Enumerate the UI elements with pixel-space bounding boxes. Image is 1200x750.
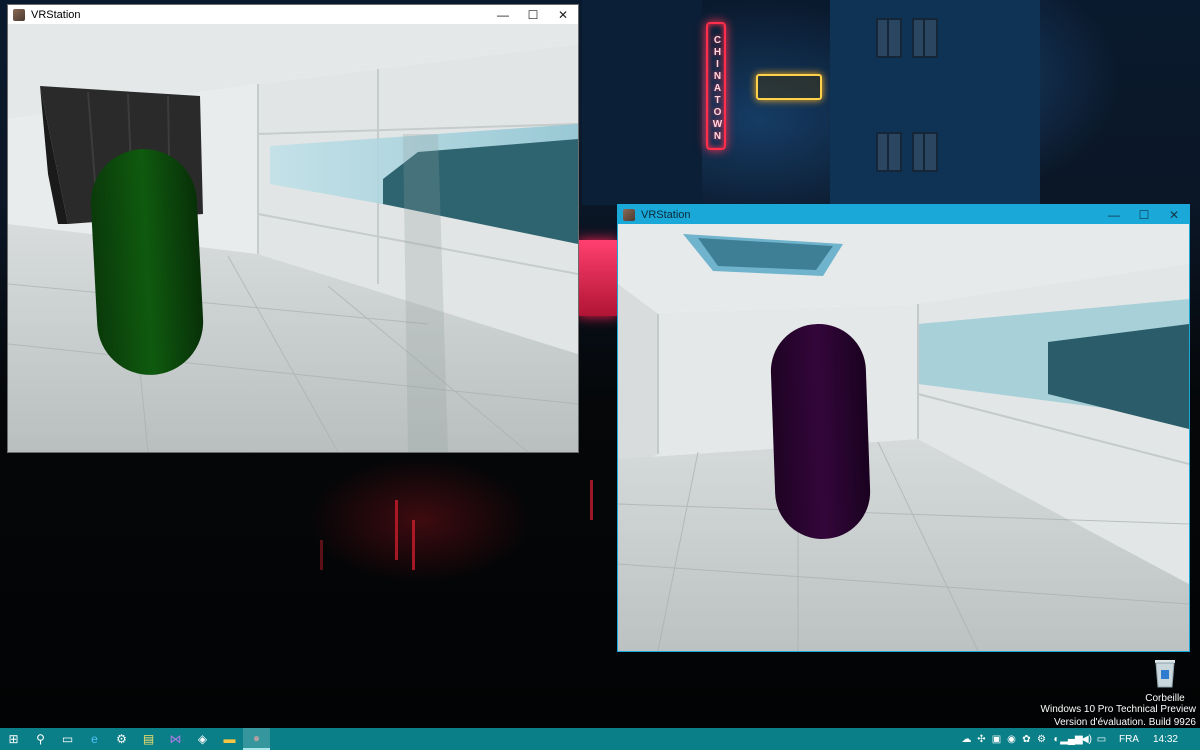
internet-explorer-button[interactable]: e (81, 728, 108, 750)
caption-buttons: — ☐ ✕ (1099, 205, 1189, 224)
water-reflection (590, 480, 593, 520)
taskbar-items: ⊞ ⚲ ▭ e ⚙ ▤ ⋈ ◈ ▬ ● (0, 728, 270, 750)
vrstation-window-2[interactable]: VRStation — ☐ ✕ (617, 204, 1190, 652)
yellow-neon-sign (756, 74, 822, 100)
folder-icon: ▬ (223, 732, 236, 746)
recycle-bin[interactable]: Corbeille (1140, 656, 1190, 704)
building-left (582, 0, 702, 205)
tray-app-2-icon[interactable]: ▣ (989, 728, 1004, 750)
vrstation-window-1[interactable]: VRStation — ☐ ✕ (7, 4, 579, 453)
close-button[interactable]: ✕ (1159, 205, 1189, 224)
title-bar[interactable]: VRStation — ☐ ✕ (618, 205, 1189, 224)
red-neon-sign (578, 240, 618, 316)
start-button[interactable]: ⊞ (0, 728, 27, 750)
minimize-button[interactable]: — (488, 5, 518, 24)
system-tray: ☁ ✣ ▣ ◉ ✿ ⚙ ◐ ▂▄▆ ◀) ▭ FRA 14:32 (959, 728, 1200, 750)
tray-icons: ☁ ✣ ▣ ◉ ✿ ⚙ ◐ ▂▄▆ ◀) ▭ (959, 728, 1109, 750)
building-window (912, 132, 938, 172)
volume-icon[interactable]: ◀) (1079, 728, 1094, 750)
search-icon: ⚲ (36, 732, 45, 746)
tray-record-icon[interactable]: ◉ (1004, 728, 1019, 750)
vrstation-icon: ● (252, 731, 261, 745)
recycle-bin-icon (1155, 660, 1175, 688)
green-capsule (90, 149, 204, 375)
taskbar: ⊞ ⚲ ▭ e ⚙ ▤ ⋈ ◈ ▬ ● ☁ ✣ ▣ ◉ ✿ ⚙ ◐ ▂▄▆ ◀) ▭ FRA 14:32 (0, 728, 1200, 750)
internet-explorer-icon: e (91, 732, 98, 746)
chinatown-neon-sign: CHINATOWN (706, 22, 726, 150)
back-wall (618, 304, 918, 459)
maximize-button[interactable]: ☐ (518, 5, 548, 24)
window-title: VRStation (641, 208, 691, 221)
tray-steam-icon[interactable]: ⚙ (1034, 728, 1049, 750)
tray-settings-icon[interactable]: ✿ (1019, 728, 1034, 750)
unity-button[interactable]: ◈ (189, 728, 216, 750)
window-title: VRStation (31, 8, 81, 21)
steam-button[interactable]: ⚙ (108, 728, 135, 750)
notepad-icon: ▤ (142, 732, 155, 746)
vrstation-app-icon (623, 208, 635, 221)
building-window (876, 18, 902, 58)
file-explorer-button[interactable]: ▬ (216, 728, 243, 750)
clock[interactable]: 14:32 (1153, 734, 1178, 745)
action-center-icon[interactable]: ▭ (1094, 728, 1109, 750)
water-reflection (320, 540, 323, 570)
onedrive-icon[interactable]: ☁ (959, 728, 974, 750)
building-window (876, 132, 902, 172)
visual-studio-button[interactable]: ⋈ (162, 728, 189, 750)
task-view-icon: ▭ (61, 732, 74, 746)
close-button[interactable]: ✕ (548, 5, 578, 24)
vrstation-app-icon (13, 8, 25, 21)
water-reflection (395, 500, 398, 560)
language-indicator[interactable]: FRA (1119, 734, 1139, 745)
3d-viewport[interactable] (618, 224, 1189, 651)
title-bar[interactable]: VRStation — ☐ ✕ (8, 5, 578, 24)
building-window (912, 18, 938, 58)
notepad-button[interactable]: ▤ (135, 728, 162, 750)
network-icon[interactable]: ▂▄▆ (1060, 728, 1082, 750)
scene-render (8, 24, 578, 452)
scene-render (618, 224, 1189, 651)
windows-logo-icon: ⊞ (8, 732, 19, 746)
watermark-line-1: Windows 10 Pro Technical Preview (1040, 704, 1196, 715)
build-watermark: Windows 10 Pro Technical Preview Version… (1041, 703, 1196, 729)
water-reflection (412, 520, 415, 570)
caption-buttons: — ☐ ✕ (488, 5, 578, 24)
task-view-button[interactable]: ▭ (54, 728, 81, 750)
search-button[interactable]: ⚲ (27, 728, 54, 750)
visual-studio-icon: ⋈ (169, 732, 182, 746)
vrstation-button[interactable]: ● (243, 728, 270, 750)
tray-app-icon[interactable]: ✣ (974, 728, 989, 750)
minimize-button[interactable]: — (1099, 205, 1129, 224)
steam-icon: ⚙ (116, 732, 127, 746)
3d-viewport[interactable] (8, 24, 578, 452)
purple-capsule (770, 324, 871, 539)
unity-icon: ◈ (197, 732, 208, 746)
maximize-button[interactable]: ☐ (1129, 205, 1159, 224)
left-wall (618, 284, 658, 474)
